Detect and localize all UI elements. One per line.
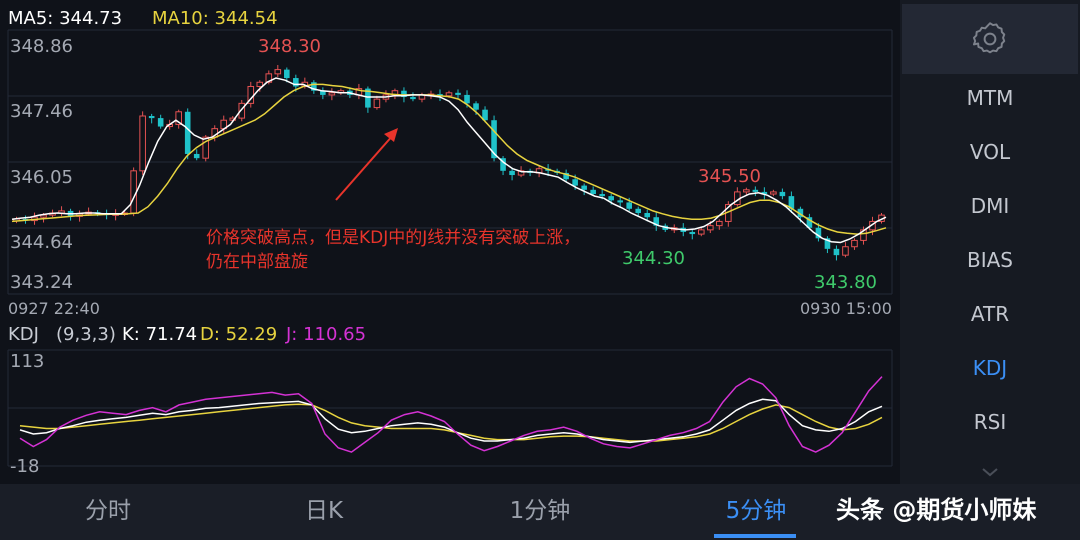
candle-body (608, 196, 614, 201)
candle-body (293, 78, 299, 87)
chart-area[interactable]: MA5: 344.73 MA10: 344.54 348.86 347.46 3… (0, 0, 896, 484)
price-tick: 343.24 (10, 272, 73, 293)
kdj-j-value: J: 110.65 (286, 324, 367, 345)
gear-icon (972, 22, 1006, 54)
candle-body (572, 179, 578, 186)
high-marker: 345.50 (698, 166, 761, 187)
candle-body (707, 225, 714, 231)
candle-body (193, 153, 200, 159)
annotation-arrow (335, 133, 395, 201)
kdj-axis-top: 113 (10, 351, 45, 372)
kdj-axis-bottom: -18 (10, 456, 40, 477)
annotation-arrowhead (384, 128, 398, 142)
candle-body (635, 208, 642, 213)
tab-1min[interactable]: 1分钟 (480, 484, 600, 540)
candle-body (644, 212, 651, 218)
candle-body (689, 231, 696, 235)
candle-body (833, 248, 840, 256)
indicator-kdj[interactable]: KDJ (900, 348, 1080, 388)
kdj-k-value: K: 71.74 (122, 324, 198, 345)
indicator-vol[interactable]: VOL (900, 132, 1080, 172)
candle-body (130, 170, 137, 214)
indicator-dmi[interactable]: DMI (900, 186, 1080, 226)
candle-body (842, 246, 849, 256)
price-tick: 348.86 (10, 36, 73, 57)
candle-body (770, 191, 777, 195)
low-marker: 344.30 (622, 248, 685, 269)
candle-body (445, 92, 453, 97)
kdj-title: KDJ (8, 324, 39, 345)
price-tick: 347.46 (10, 101, 73, 122)
candle-body (626, 202, 632, 209)
ma10-legend: MA10: 344.54 (152, 8, 278, 29)
price-tick: 346.05 (10, 167, 73, 188)
candle-body (590, 189, 596, 195)
tab-timeshare[interactable]: 分时 (48, 484, 168, 540)
candle-body (148, 116, 155, 119)
candle-body (716, 220, 723, 227)
candle-body (464, 94, 470, 104)
candle-body (373, 98, 381, 109)
candle-body (851, 239, 858, 248)
candle-body (328, 92, 336, 96)
kdj-k-line (19, 398, 883, 444)
high-marker: 348.30 (258, 36, 321, 57)
indicator-bias[interactable]: BIAS (900, 240, 1080, 280)
candle-body (697, 229, 705, 235)
candle-body (256, 81, 264, 87)
annotation-text: 仍在中部盘旋 (206, 252, 308, 272)
candle-body (752, 189, 759, 192)
indicator-atr[interactable]: ATR (900, 294, 1080, 334)
candle-body (473, 103, 479, 110)
ma5-legend: MA5: 344.73 (8, 8, 123, 29)
watermark: 头条 @期货小师妹 (836, 496, 1037, 524)
candle-body (779, 191, 786, 197)
candle-body (184, 111, 191, 154)
indicator-panel: MTM VOL DMI BIAS ATR KDJ RSI (900, 0, 1080, 484)
indicator-rsi[interactable]: RSI (900, 402, 1080, 442)
kdj-d-value: D: 52.29 (200, 324, 278, 345)
candle-body (284, 69, 290, 79)
candle-body (139, 115, 146, 172)
low-marker: 343.80 (814, 272, 877, 293)
kdj-params: (9,3,3) (56, 324, 116, 345)
candle-body (581, 185, 587, 190)
time-end: 0930 15:00 (800, 299, 892, 318)
price-tick: 344.64 (10, 232, 73, 253)
candle-body (410, 97, 416, 100)
tab-5min[interactable]: 5分钟 (696, 484, 816, 540)
settings-button[interactable] (902, 4, 1078, 74)
candle-body (599, 194, 605, 197)
candle-body (157, 118, 164, 127)
candle-body (743, 189, 750, 193)
time-start: 0927 22:40 (8, 299, 100, 318)
tab-daily-k[interactable]: 日K (264, 484, 384, 540)
kdj-d-line (19, 403, 883, 442)
indicator-mtm[interactable]: MTM (900, 78, 1080, 118)
active-tab-indicator (714, 534, 796, 538)
candle-body (509, 170, 515, 176)
candle-body (455, 92, 461, 95)
candle-body (274, 69, 282, 75)
chevron-down-icon[interactable] (980, 466, 1000, 478)
annotation-text: 价格突破高点，但是KDJ中的J线并没有突破上涨， (206, 228, 581, 248)
candle-body (617, 200, 623, 203)
